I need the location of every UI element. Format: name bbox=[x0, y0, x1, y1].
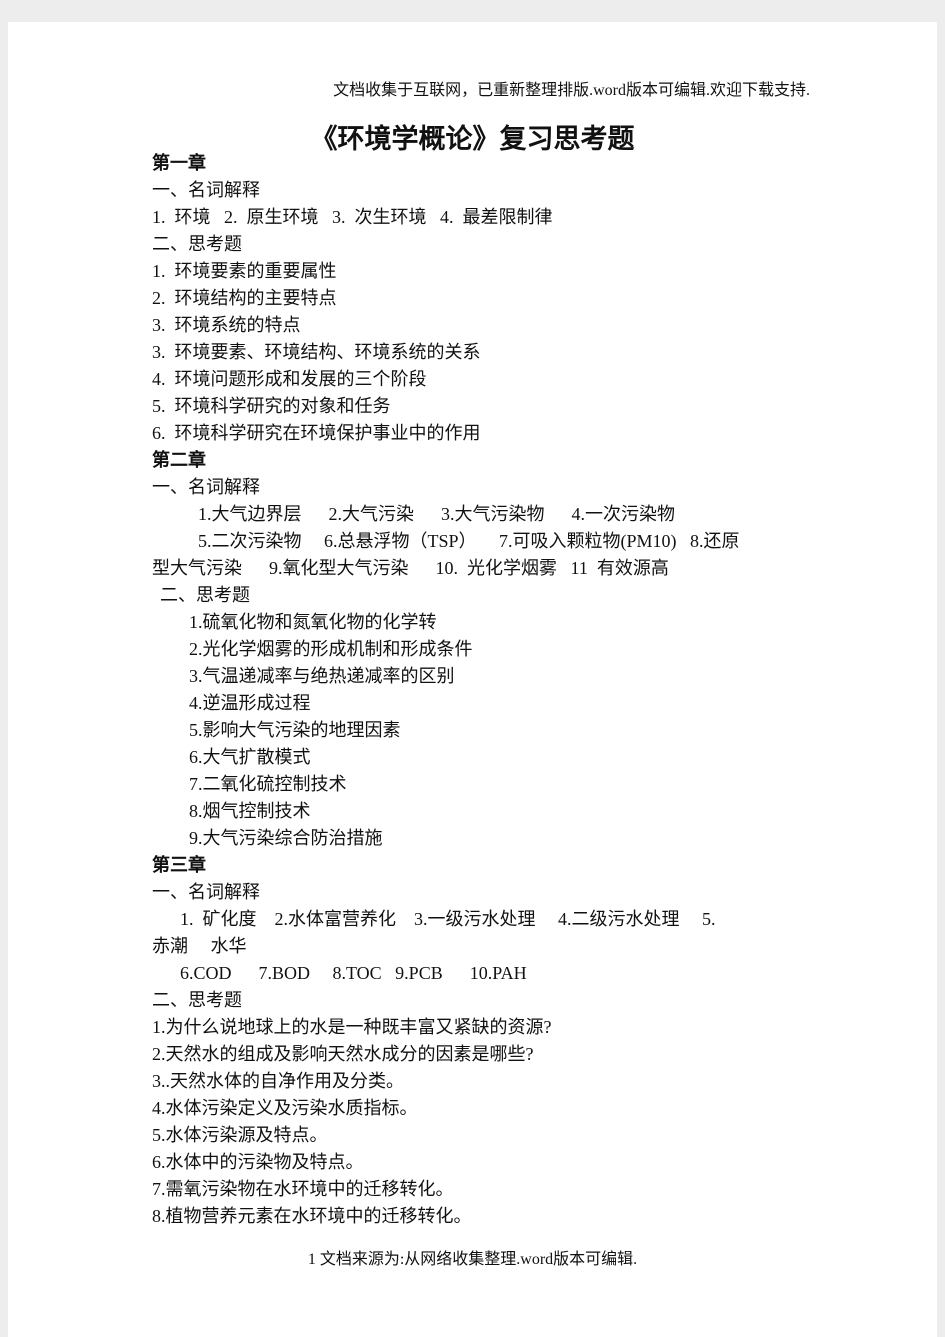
text-line: 3. 环境要素、环境结构、环境系统的关系 bbox=[152, 342, 481, 362]
text-line: 1.为什么说地球上的水是一种既丰富又紧缺的资源? bbox=[152, 1017, 552, 1037]
text-line: 2.天然水的组成及影响天然水成分的因素是哪些? bbox=[152, 1044, 534, 1064]
text-line: 1. 环境 2. 原生环境 3. 次生环境 4. 最差限制律 bbox=[152, 207, 553, 227]
text-line: 8.植物营养元素在水环境中的迁移转化。 bbox=[152, 1206, 472, 1226]
text-line: 6.大气扩散模式 bbox=[189, 747, 311, 767]
text-line: 5.影响大气污染的地理因素 bbox=[189, 720, 401, 740]
text-line: 7.需氧污染物在水环境中的迁移转化。 bbox=[152, 1179, 454, 1199]
text-line: 2.光化学烟雾的形成机制和形成条件 bbox=[189, 639, 473, 659]
text-line: 二、思考题 bbox=[152, 990, 242, 1010]
text-line: 一、名词解释 bbox=[152, 180, 260, 200]
text-line: 2. 环境结构的主要特点 bbox=[152, 288, 337, 308]
text-line: 1. 环境要素的重要属性 bbox=[152, 261, 337, 281]
page-header: 文档收集于互联网，已重新整理排版.word版本可编辑.欢迎下载支持. bbox=[333, 82, 810, 99]
text-line: 6.COD 7.BOD 8.TOC 9.PCB 10.PAH bbox=[180, 963, 527, 983]
document-title: 《环境学概论》复习思考题 bbox=[310, 124, 635, 154]
text-line: 6. 环境科学研究在环境保护事业中的作用 bbox=[152, 423, 481, 443]
text-line: 3.气温递减率与绝热递减率的区别 bbox=[189, 666, 455, 686]
text-line: 一、名词解释 bbox=[152, 477, 260, 497]
text-line: 4.逆温形成过程 bbox=[189, 693, 311, 713]
text-line: 5. 环境科学研究的对象和任务 bbox=[152, 396, 391, 416]
text-line: 5.水体污染源及特点。 bbox=[152, 1125, 328, 1145]
text-line: 一、名词解释 bbox=[152, 882, 260, 902]
text-line: 4.水体污染定义及污染水质指标。 bbox=[152, 1098, 418, 1118]
text-line: 3. 环境系统的特点 bbox=[152, 315, 301, 335]
text-line: 6.水体中的污染物及特点。 bbox=[152, 1152, 364, 1172]
text-line: 1. 矿化度 2.水体富营养化 3.一级污水处理 4.二级污水处理 5. bbox=[180, 909, 716, 929]
text-line: 7.二氧化硫控制技术 bbox=[189, 774, 347, 794]
text-line: 1.大气边界层 2.大气污染 3.大气污染物 4.一次污染物 bbox=[198, 504, 675, 524]
text-line: 1.硫氧化物和氮氧化物的化学转 bbox=[189, 612, 437, 632]
text-line: 二、思考题 bbox=[152, 234, 242, 254]
text-line: 9.大气污染综合防治措施 bbox=[189, 828, 383, 848]
text-line: 5.二次污染物 6.总悬浮物（TSP） 7.可吸入颗粒物(PM10) 8.还原 bbox=[198, 531, 740, 551]
text-line: 二、思考题 bbox=[160, 585, 250, 605]
page-footer: 1 文档来源为:从网络收集整理.word版本可编辑. bbox=[307, 1251, 638, 1268]
chapter-heading: 第三章 bbox=[152, 855, 206, 875]
text-line: 型大气污染 9.氧化型大气污染 10. 光化学烟雾 11 有效源高 bbox=[152, 558, 669, 578]
chapter-heading: 第二章 bbox=[152, 450, 206, 470]
chapter-heading: 第一章 bbox=[152, 153, 206, 173]
text-line: 赤潮 水华 bbox=[152, 936, 247, 956]
text-line: 3..天然水体的自净作用及分类。 bbox=[152, 1071, 404, 1091]
text-line: 8.烟气控制技术 bbox=[189, 801, 311, 821]
text-line: 4. 环境问题形成和发展的三个阶段 bbox=[152, 369, 427, 389]
